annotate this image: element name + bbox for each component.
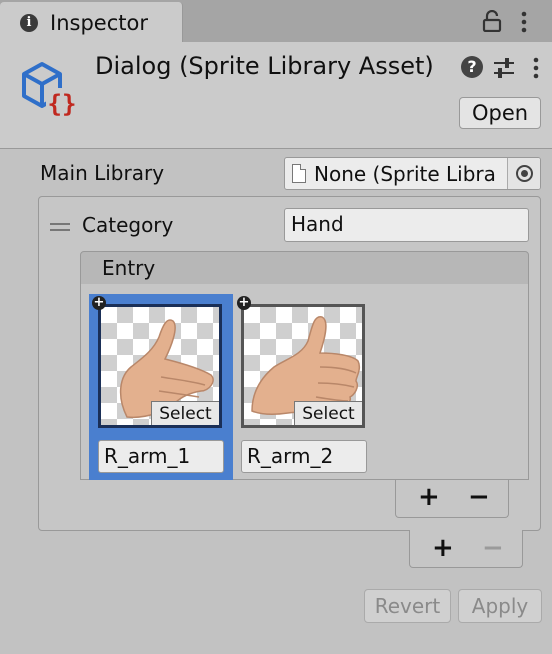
tab-inspector[interactable]: i Inspector [0,2,183,42]
select-sprite-button[interactable]: Select [151,401,219,425]
category-list-controls: + − [409,530,523,568]
plus-icon: + [237,295,251,310]
sprite-name-field[interactable]: R_arm_2 [241,440,367,473]
plus-icon: + [92,295,106,310]
asset-title: Dialog (Sprite Library Asset) [95,52,434,80]
tab-bar: i Inspector [0,0,552,42]
drag-handle-icon[interactable] [50,223,70,231]
open-button[interactable]: Open [459,97,541,129]
remove-category-button[interactable]: − [482,535,504,561]
info-icon: i [20,14,38,32]
object-picker-icon[interactable] [507,158,540,189]
asset-header: {} Dialog (Sprite Library Asset) ? Open [0,42,552,149]
sprite-library-asset-icon: {} [22,62,78,118]
entry-label: Entry [102,256,156,280]
sprite-thumbnail[interactable]: Select [98,304,222,428]
sprite-name-field[interactable]: R_arm_1 [98,440,224,473]
select-sprite-button[interactable]: Select [294,401,362,425]
add-entry-button[interactable]: + [418,484,440,510]
add-category-button[interactable]: + [432,535,454,561]
help-icon[interactable]: ? [461,56,483,78]
main-library-label: Main Library [40,161,165,185]
settings-sliders-icon[interactable] [492,56,516,80]
category-label: Category [82,213,174,237]
remove-entry-button[interactable]: − [468,484,490,510]
category-name-field[interactable]: Hand [284,208,529,242]
document-icon [292,164,306,183]
sprite-thumbnail[interactable]: Select [241,304,365,428]
entry-list: Select + R_arm_1 Select + R_arm_2 [80,284,529,480]
tab-label: Inspector [50,11,148,35]
tab-menu-icon[interactable] [519,11,529,33]
main-library-field[interactable]: None (Sprite Libra [284,157,541,190]
svg-text:{}: {} [48,90,77,118]
revert-button[interactable]: Revert [364,589,451,623]
main-library-value: None (Sprite Libra [314,162,496,186]
sprite-entry[interactable]: Select + R_arm_1 [89,294,233,480]
more-options-icon[interactable] [531,56,541,80]
sprite-entry[interactable]: Select + R_arm_2 [234,294,378,480]
apply-button[interactable]: Apply [458,589,542,623]
lock-icon[interactable] [482,10,502,32]
entry-list-controls: + − [395,480,509,518]
